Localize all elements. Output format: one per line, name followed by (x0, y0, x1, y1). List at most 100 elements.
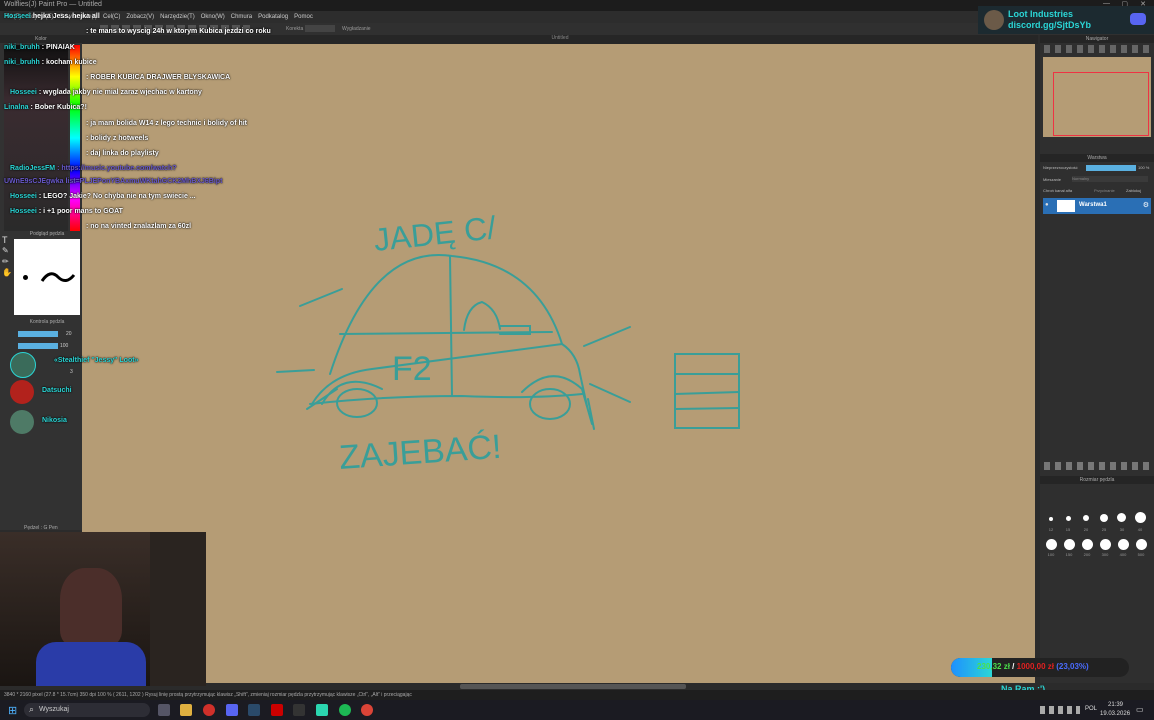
brush-size-option[interactable] (1082, 539, 1093, 550)
language-indicator[interactable]: POL (1085, 706, 1097, 712)
horizontal-scrollbar[interactable] (460, 684, 686, 689)
sponsor-avatar (984, 10, 1004, 30)
pen-tool-icon[interactable]: ✏ (2, 257, 14, 268)
task-view-icon[interactable] (158, 704, 170, 716)
navigator-thumbnail[interactable] (1043, 57, 1151, 137)
brush-size-option[interactable] (1100, 514, 1108, 522)
layer-actions-bar[interactable] (1044, 462, 1150, 470)
hand-tool-icon[interactable]: ✋ (2, 268, 14, 279)
chat-text: : wyglada jakby nie mial zaraz wjechac w… (38, 89, 202, 96)
chat-line: niki_bruhh: PINAIAK (4, 44, 75, 51)
chat-text: hejka Jess, hejka all (32, 13, 100, 20)
alpha-lock-checkbox[interactable]: Chroń kanał alfa (1043, 188, 1072, 193)
layer-visibility-icon[interactable]: ● (1045, 202, 1049, 208)
brush-size-grid[interactable]: 12 15 20 25 30 40 100 150 200 300 400 50… (1040, 487, 1154, 567)
brush-size-label: 100 (1047, 552, 1055, 557)
layer-row[interactable]: ● Warstwa1 ⚙ (1043, 198, 1151, 214)
youtube-icon[interactable] (271, 704, 283, 716)
brush-preview-title: Podgląd pędzla (29, 231, 65, 237)
clock-time[interactable]: 21:39 (1108, 702, 1123, 708)
spotify-icon[interactable] (339, 704, 351, 716)
clipping-checkbox[interactable]: Przycinanie (1094, 188, 1115, 193)
obs-icon[interactable] (293, 704, 305, 716)
layer-opacity-slider[interactable] (1086, 165, 1136, 171)
chat-text: : no na vinted znalazlam za 60zl (86, 223, 192, 230)
clock-date[interactable]: 19.03.2026 (1100, 711, 1130, 717)
top-handwriting: JADĘ C/ (372, 209, 498, 258)
brush-preview (14, 239, 80, 315)
chat-text: : PINAIAK (41, 44, 75, 51)
speed-line-4 (583, 326, 631, 347)
box-band-low (674, 407, 740, 410)
search-placeholder: Wyszukaj (39, 706, 69, 713)
layer-opacity-value: 100 % (1138, 165, 1150, 170)
steam-icon[interactable] (248, 704, 260, 716)
car-roof (329, 254, 563, 375)
brush-size-slider[interactable] (18, 331, 58, 337)
blend-label: Mieszanie (1043, 177, 1062, 182)
webcam-feed (0, 532, 206, 686)
chat-line: UWnE9sCJEgwka list=PLJEPonYBAxmuWKtahGCK… (4, 178, 222, 185)
sponsor-title: Loot Industries (1008, 9, 1073, 19)
clip-studio-icon[interactable] (316, 704, 328, 716)
brush-size-option[interactable] (1136, 539, 1147, 550)
brush-size-option[interactable] (1083, 515, 1089, 521)
chat-link[interactable]: UWnE9sCJEgwka list=PLJEPonYBAxmuWKtahGCK… (4, 178, 222, 185)
brush-size-option[interactable] (1066, 516, 1071, 521)
brush-control-title: Kontrola pędzla (29, 319, 65, 325)
box-band-mid (674, 391, 740, 395)
tray-icons[interactable] (1040, 706, 1080, 714)
chrome-icon[interactable] (361, 704, 373, 716)
chat-user: niki_bruhh (4, 44, 40, 51)
chat-user: Hosseei (10, 193, 37, 200)
viewer-avatar (10, 380, 34, 404)
notification-icon[interactable]: ▭ (1136, 705, 1144, 714)
chat-text: : i +1 poor mans to GOAT (38, 208, 123, 215)
chat-user: Hosseei (4, 13, 31, 20)
streamer-hair (60, 568, 122, 646)
brush-size-option[interactable] (1118, 539, 1129, 550)
viewer-avatar (10, 410, 34, 434)
lock-checkbox[interactable]: Zablokuj (1126, 188, 1141, 193)
brush-opacity-value: 100 (60, 343, 69, 349)
eyedropper-tool-icon[interactable]: ✎ (2, 246, 14, 257)
layer-settings-icon[interactable]: ⚙ (1143, 201, 1149, 209)
windows-start-icon[interactable]: ⊞ (8, 704, 17, 717)
status-text: 3840 * 2160 pixel (27.8 * 15.7cm) 350 dp… (4, 692, 412, 698)
layer-name: Warstwa1 (1079, 202, 1107, 208)
discord-icon (1130, 13, 1146, 25)
speed-line-5 (589, 383, 631, 403)
navigator-viewport (1053, 72, 1149, 136)
text-tool-icon[interactable]: T (2, 235, 14, 246)
chat-user: niki_bruhh (4, 59, 40, 66)
correction-field[interactable] (305, 25, 335, 32)
donation-goal: 1000,00 zł (1016, 662, 1054, 671)
brush-size-option[interactable] (1100, 539, 1111, 550)
brush-size-option[interactable] (1049, 517, 1053, 521)
brush-size-option[interactable] (1064, 539, 1075, 550)
chat-text: : te mans to wyscig 24h w ktorym Kubica … (86, 28, 271, 35)
brush-size-title: Rozmiar pędzla (1079, 477, 1115, 483)
brush-size-option[interactable] (1135, 512, 1146, 523)
chat-link[interactable]: : https://music.youtube.com/watch? (57, 165, 176, 172)
opera-icon[interactable] (203, 704, 215, 716)
donation-current: 230,32 zł (977, 662, 1010, 671)
navigator-controls[interactable] (1044, 45, 1150, 53)
discord-taskbar-icon[interactable] (226, 704, 238, 716)
chat-line: Hosseei: wyglada jakby nie mial zaraz wj… (10, 89, 202, 96)
donation-percent: (23,03%) (1056, 662, 1089, 671)
car-number: F2 (392, 350, 432, 388)
brush-size-label: 30 (1119, 527, 1125, 532)
search-icon: ⌕ (29, 704, 35, 714)
brush-dot-preview (23, 275, 28, 280)
taskbar-search[interactable]: ⌕ Wyszukaj (24, 703, 150, 717)
blend-mode-select[interactable]: Normalny (1072, 176, 1148, 182)
file-explorer-icon[interactable] (180, 704, 192, 716)
brush-size-option[interactable] (1046, 539, 1057, 550)
viewer-name: Datsuchi (42, 387, 72, 394)
sponsor-link: discord.gg/SjtDsYb (1008, 20, 1092, 30)
chat-line: RadioJessFM: https://music.youtube.com/w… (10, 165, 177, 172)
brush-size-label: 150 (1065, 552, 1073, 557)
brush-size-option[interactable] (1117, 513, 1126, 522)
brush-opacity-slider[interactable] (18, 343, 58, 349)
